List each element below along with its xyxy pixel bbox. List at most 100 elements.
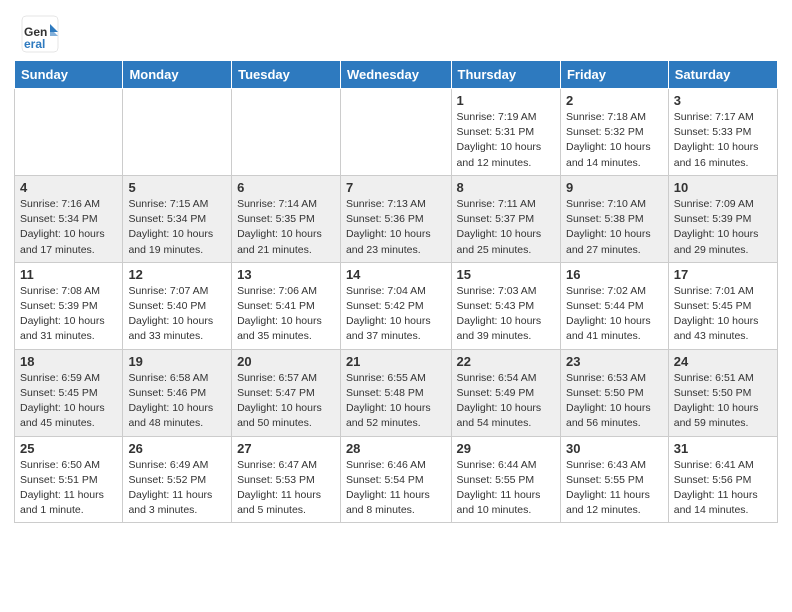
calendar-cell: 7 Sunrise: 7:13 AM Sunset: 5:36 PM Daylig… <box>340 175 451 262</box>
day-header-tuesday: Tuesday <box>232 61 341 89</box>
day-info: Sunrise: 6:53 AM Sunset: 5:50 PM Dayligh… <box>566 371 663 432</box>
day-info: Sunrise: 7:07 AM Sunset: 5:40 PM Dayligh… <box>128 284 226 345</box>
day-info: Sunrise: 7:01 AM Sunset: 5:45 PM Dayligh… <box>674 284 772 345</box>
day-number: 3 <box>674 93 772 108</box>
calendar-cell: 13Sunrise: 7:06 AM Sunset: 5:41 PM Dayli… <box>232 262 341 349</box>
day-info: Sunrise: 7:04 AM Sunset: 5:42 PM Dayligh… <box>346 284 446 345</box>
calendar-cell: 17 Sunrise: 7:01 AM Sunset: 5:45 PM Dayli… <box>668 262 777 349</box>
calendar-cell <box>232 89 341 176</box>
day-header-thursday: Thursday <box>451 61 560 89</box>
calendar-cell: 26 Sunrise: 6:49 AM Sunset: 5:52 PM Dayli… <box>123 436 232 523</box>
calendar-cell: 11 Sunrise: 7:08 AM Sunset: 5:39 PM Dayli… <box>15 262 123 349</box>
day-number: 1 <box>457 93 555 108</box>
calendar-cell: 30 Sunrise: 6:43 AM Sunset: 5:55 PM Dayli… <box>560 436 668 523</box>
day-number: 21 <box>346 354 446 369</box>
calendar-cell: 12 Sunrise: 7:07 AM Sunset: 5:40 PM Dayli… <box>123 262 232 349</box>
calendar-cell: 5 Sunrise: 7:15 AM Sunset: 5:34 PM Daylig… <box>123 175 232 262</box>
day-number: 7 <box>346 180 446 195</box>
calendar-cell <box>340 89 451 176</box>
calendar-cell: 16 Sunrise: 7:02 AM Sunset: 5:44 PM Dayli… <box>560 262 668 349</box>
day-info: Sunrise: 6:43 AM Sunset: 5:55 PM Dayligh… <box>566 458 663 519</box>
calendar-cell: 28Sunrise: 6:46 AM Sunset: 5:54 PM Dayli… <box>340 436 451 523</box>
calendar-cell: 20 Sunrise: 6:57 AM Sunset: 5:47 PM Dayli… <box>232 349 341 436</box>
day-number: 31 <box>674 441 772 456</box>
day-info: Sunrise: 6:41 AM Sunset: 5:56 PM Dayligh… <box>674 458 772 519</box>
day-number: 16 <box>566 267 663 282</box>
day-info: Sunrise: 7:06 AM Sunset: 5:41 PM Dayligh… <box>237 284 335 345</box>
day-info: Sunrise: 7:08 AM Sunset: 5:39 PM Dayligh… <box>20 284 117 345</box>
day-info: Sunrise: 7:19 AM Sunset: 5:31 PM Dayligh… <box>457 110 555 171</box>
day-info: Sunrise: 6:55 AM Sunset: 5:48 PM Dayligh… <box>346 371 446 432</box>
calendar-cell: 9 Sunrise: 7:10 AM Sunset: 5:38 PM Daylig… <box>560 175 668 262</box>
day-number: 22 <box>457 354 555 369</box>
day-number: 23 <box>566 354 663 369</box>
day-info: Sunrise: 6:57 AM Sunset: 5:47 PM Dayligh… <box>237 371 335 432</box>
day-info: Sunrise: 6:50 AM Sunset: 5:51 PM Dayligh… <box>20 458 117 519</box>
day-number: 29 <box>457 441 555 456</box>
day-info: Sunrise: 6:51 AM Sunset: 5:50 PM Dayligh… <box>674 371 772 432</box>
day-info: Sunrise: 7:03 AM Sunset: 5:43 PM Dayligh… <box>457 284 555 345</box>
day-number: 19 <box>128 354 226 369</box>
day-info: Sunrise: 6:59 AM Sunset: 5:45 PM Dayligh… <box>20 371 117 432</box>
day-number: 5 <box>128 180 226 195</box>
day-info: Sunrise: 6:54 AM Sunset: 5:49 PM Dayligh… <box>457 371 555 432</box>
day-info: Sunrise: 7:15 AM Sunset: 5:34 PM Dayligh… <box>128 197 226 258</box>
day-number: 11 <box>20 267 117 282</box>
day-number: 8 <box>457 180 555 195</box>
calendar-cell: 27 Sunrise: 6:47 AM Sunset: 5:53 PM Dayli… <box>232 436 341 523</box>
calendar-cell <box>123 89 232 176</box>
day-number: 6 <box>237 180 335 195</box>
day-info: Sunrise: 7:16 AM Sunset: 5:34 PM Dayligh… <box>20 197 117 258</box>
header: Gen eral <box>0 0 792 60</box>
day-number: 2 <box>566 93 663 108</box>
day-number: 15 <box>457 267 555 282</box>
day-number: 30 <box>566 441 663 456</box>
day-info: Sunrise: 7:17 AM Sunset: 5:33 PM Dayligh… <box>674 110 772 171</box>
calendar-cell: 19 Sunrise: 6:58 AM Sunset: 5:46 PM Dayli… <box>123 349 232 436</box>
day-number: 4 <box>20 180 117 195</box>
day-info: Sunrise: 6:47 AM Sunset: 5:53 PM Dayligh… <box>237 458 335 519</box>
calendar-cell <box>15 89 123 176</box>
day-number: 12 <box>128 267 226 282</box>
calendar-cell: 15 Sunrise: 7:03 AM Sunset: 5:43 PM Dayli… <box>451 262 560 349</box>
calendar-cell: 31 Sunrise: 6:41 AM Sunset: 5:56 PM Dayli… <box>668 436 777 523</box>
day-number: 10 <box>674 180 772 195</box>
logo: Gen eral <box>20 14 64 54</box>
day-info: Sunrise: 7:11 AM Sunset: 5:37 PM Dayligh… <box>457 197 555 258</box>
day-header-saturday: Saturday <box>668 61 777 89</box>
day-header-monday: Monday <box>123 61 232 89</box>
day-info: Sunrise: 6:44 AM Sunset: 5:55 PM Dayligh… <box>457 458 555 519</box>
day-info: Sunrise: 6:46 AM Sunset: 5:54 PM Dayligh… <box>346 458 446 519</box>
calendar-cell: 14 Sunrise: 7:04 AM Sunset: 5:42 PM Dayli… <box>340 262 451 349</box>
day-number: 14 <box>346 267 446 282</box>
day-info: Sunrise: 7:14 AM Sunset: 5:35 PM Dayligh… <box>237 197 335 258</box>
svg-text:eral: eral <box>24 37 45 51</box>
day-number: 9 <box>566 180 663 195</box>
day-header-sunday: Sunday <box>15 61 123 89</box>
day-number: 17 <box>674 267 772 282</box>
calendar-cell: 8 Sunrise: 7:11 AM Sunset: 5:37 PM Daylig… <box>451 175 560 262</box>
day-number: 20 <box>237 354 335 369</box>
calendar-cell: 29 Sunrise: 6:44 AM Sunset: 5:55 PM Dayli… <box>451 436 560 523</box>
day-info: Sunrise: 7:13 AM Sunset: 5:36 PM Dayligh… <box>346 197 446 258</box>
calendar-cell: 3 Sunrise: 7:17 AM Sunset: 5:33 PM Daylig… <box>668 89 777 176</box>
calendar-cell: 6 Sunrise: 7:14 AM Sunset: 5:35 PM Daylig… <box>232 175 341 262</box>
calendar-cell: 23 Sunrise: 6:53 AM Sunset: 5:50 PM Dayli… <box>560 349 668 436</box>
day-number: 25 <box>20 441 117 456</box>
day-info: Sunrise: 6:58 AM Sunset: 5:46 PM Dayligh… <box>128 371 226 432</box>
day-number: 27 <box>237 441 335 456</box>
logo-icon: Gen eral <box>20 14 60 54</box>
calendar-cell: 25 Sunrise: 6:50 AM Sunset: 5:51 PM Dayli… <box>15 436 123 523</box>
calendar-cell: 22 Sunrise: 6:54 AM Sunset: 5:49 PM Dayli… <box>451 349 560 436</box>
day-info: Sunrise: 7:09 AM Sunset: 5:39 PM Dayligh… <box>674 197 772 258</box>
calendar-table: SundayMondayTuesdayWednesdayThursdayFrid… <box>14 60 778 523</box>
day-info: Sunrise: 6:49 AM Sunset: 5:52 PM Dayligh… <box>128 458 226 519</box>
day-info: Sunrise: 7:10 AM Sunset: 5:38 PM Dayligh… <box>566 197 663 258</box>
day-info: Sunrise: 7:18 AM Sunset: 5:32 PM Dayligh… <box>566 110 663 171</box>
day-number: 26 <box>128 441 226 456</box>
day-number: 18 <box>20 354 117 369</box>
calendar-cell: 2 Sunrise: 7:18 AM Sunset: 5:32 PM Daylig… <box>560 89 668 176</box>
day-header-wednesday: Wednesday <box>340 61 451 89</box>
calendar-cell: 4 Sunrise: 7:16 AM Sunset: 5:34 PM Daylig… <box>15 175 123 262</box>
day-info: Sunrise: 7:02 AM Sunset: 5:44 PM Dayligh… <box>566 284 663 345</box>
